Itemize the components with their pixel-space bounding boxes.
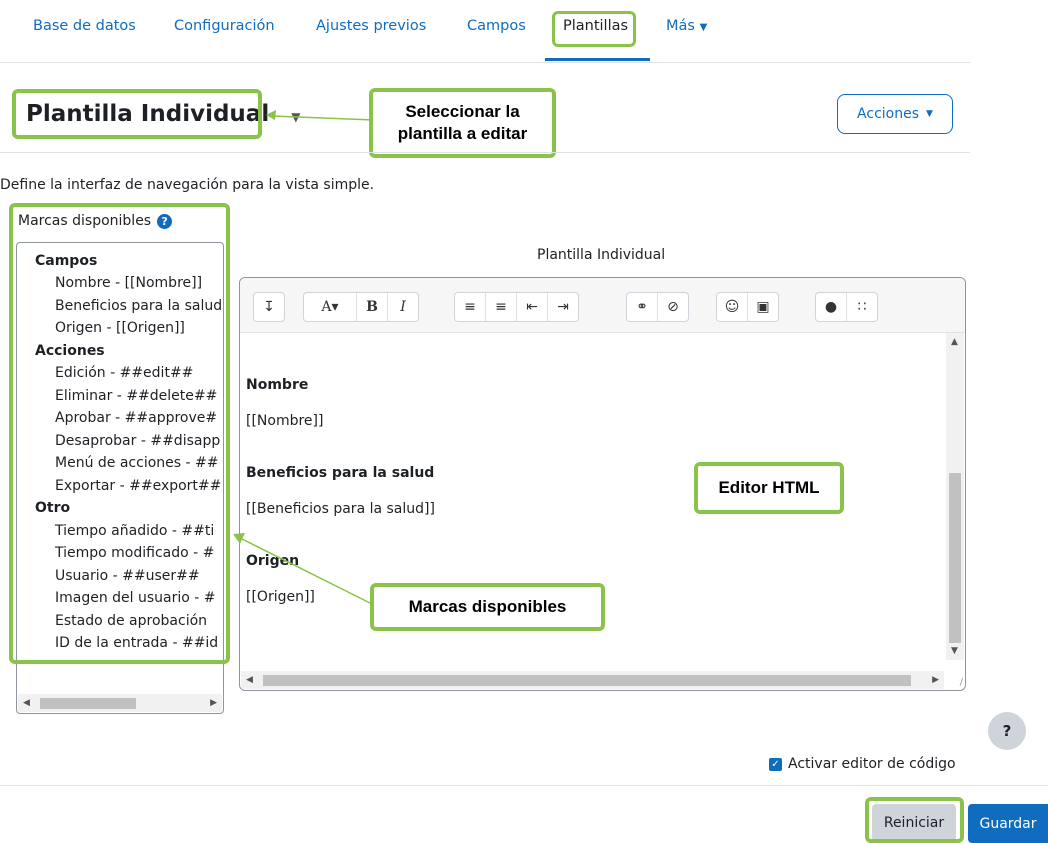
toolbar-group: ⚭ ⊘ [626, 292, 689, 322]
header-divider [0, 152, 970, 153]
annotation-editor-html: Editor HTML [694, 462, 844, 514]
annotation-available-tags: Marcas disponibles [370, 583, 605, 631]
actions-dropdown-button[interactable]: Acciones ▼ [837, 94, 953, 134]
highlight-reset-button [865, 797, 964, 843]
nav-tab-ajustes-previos[interactable]: Ajustes previos [316, 18, 426, 34]
editor-field-label-nombre: Nombre [246, 377, 309, 393]
toolbar-group: ≡ ≡ ⇤ ⇥ [454, 292, 579, 322]
toolbar-group: A▾ B I [303, 292, 419, 322]
editor-field-tag-nombre: [[Nombre]] [246, 413, 324, 429]
scroll-up-icon[interactable]: ▲ [951, 337, 958, 347]
resize-handle-icon[interactable]: ∕ [960, 677, 963, 688]
nav-tab-mas[interactable]: Más ▼ [666, 18, 707, 34]
actions-label: Acciones [857, 106, 920, 122]
font-style-icon[interactable]: A▾ [304, 293, 357, 321]
indent-icon[interactable]: ⇥ [548, 293, 578, 321]
emoji-icon[interactable]: ☺ [717, 293, 748, 321]
unordered-list-icon[interactable]: ≡ [455, 293, 486, 321]
scrollbar-thumb[interactable] [40, 698, 136, 709]
scrollbar-thumb[interactable] [949, 473, 961, 643]
checkbox-checked-icon[interactable]: ✓ [769, 757, 782, 771]
annotation-arrow-template [266, 110, 375, 121]
code-editor-toggle[interactable]: ✓ Activar editor de código [769, 756, 956, 772]
footer-divider [0, 785, 1048, 786]
annotation-select-template-line1: Seleccionar la [405, 101, 520, 121]
editor-field-label-beneficios: Beneficios para la salud [246, 465, 435, 481]
highlight-template-title [12, 89, 262, 139]
scroll-left-icon[interactable]: ◀ [246, 675, 253, 685]
nav-tab-campos[interactable]: Campos [467, 18, 526, 34]
nav-tab-configuracion[interactable]: Configuración [174, 18, 275, 34]
editor-title: Plantilla Individual [537, 247, 666, 263]
outdent-icon[interactable]: ⇤ [517, 293, 548, 321]
scroll-left-icon[interactable]: ◀ [23, 698, 30, 708]
italic-icon[interactable]: I [388, 293, 418, 321]
screenreader-icon[interactable]: ∷ [847, 293, 877, 321]
toolbar-group: ☺ ▣ [716, 292, 779, 322]
annotation-select-template-line2: plantilla a editar [397, 124, 528, 143]
toolbar-group: ↧ [253, 292, 285, 322]
toolbar-group: ● ∷ [815, 292, 878, 322]
collapse-icon[interactable]: ↧ [254, 293, 284, 321]
template-description: Define la interfaz de navegación para la… [0, 177, 375, 193]
highlight-plantillas-tab [552, 11, 636, 47]
nav-tab-mas-label: Más [666, 18, 695, 34]
link-icon[interactable]: ⚭ [627, 293, 658, 321]
scrollbar-thumb[interactable] [263, 675, 911, 686]
bold-icon[interactable]: B [357, 293, 388, 321]
scroll-down-icon[interactable]: ▼ [951, 646, 958, 656]
accessibility-icon[interactable]: ● [816, 293, 847, 321]
unlink-icon[interactable]: ⊘ [658, 293, 688, 321]
code-editor-label: Activar editor de código [788, 756, 956, 772]
annotation-select-template: Seleccionar la plantilla a editar [369, 88, 556, 158]
chevron-down-icon: ▼ [926, 109, 933, 119]
secondary-navigation: Base de datos Configuración Ajustes prev… [0, 0, 970, 63]
save-button[interactable]: Guardar [968, 804, 1048, 843]
editor-field-tag-beneficios: [[Beneficios para la salud]] [246, 501, 435, 517]
annotation-arrow-tags [233, 533, 377, 607]
help-button[interactable]: ? [988, 712, 1026, 750]
editor-toolbar: ↧ A▾ B I ≡ ≡ ⇤ ⇥ ⚭ ⊘ ☺ ▣ ● ∷ [240, 278, 965, 333]
editor-horizontal-scrollbar[interactable]: ◀ ▶ [241, 671, 944, 689]
highlight-available-tags [9, 203, 230, 664]
editor-vertical-scrollbar[interactable]: ▲ ▼ [946, 333, 964, 660]
active-tab-indicator [545, 58, 650, 61]
nav-tab-base-de-datos[interactable]: Base de datos [33, 18, 136, 34]
chevron-down-icon: ▼ [699, 22, 708, 33]
scroll-right-icon[interactable]: ▶ [210, 698, 217, 708]
ordered-list-icon[interactable]: ≡ [486, 293, 517, 321]
scroll-right-icon[interactable]: ▶ [932, 675, 939, 685]
image-icon[interactable]: ▣ [748, 293, 778, 321]
tags-horizontal-scrollbar[interactable]: ◀ ▶ [18, 694, 222, 712]
